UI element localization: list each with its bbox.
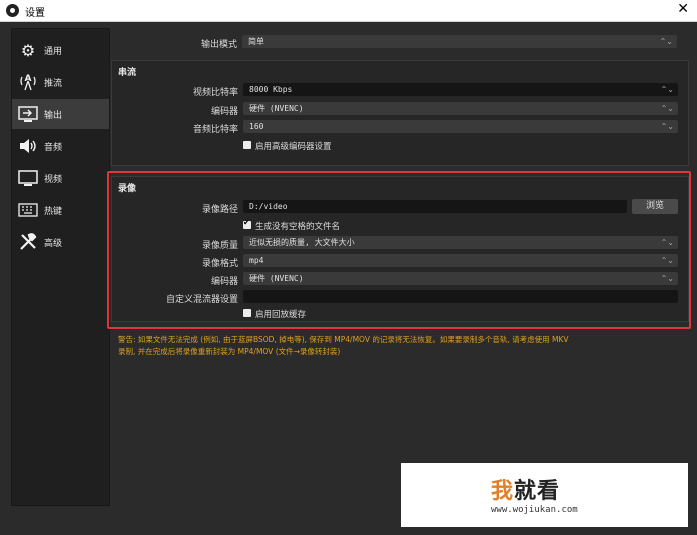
updown-icon: ⌃⌄ <box>660 122 674 131</box>
audio-bitrate-label: 音频比特率 <box>192 125 238 135</box>
watermark-title-prefix: 我 <box>491 479 515 504</box>
advanced-encoder-label: 启用高级编码器设置 <box>255 142 332 152</box>
watermark-title-rest: 就看 <box>514 479 561 504</box>
warning-line-1: 警告: 如果文件无法完成 (例如, 由于蓝屏BSOD, 掉电等), 保存到 MP… <box>118 335 569 344</box>
sidebar-item-audio[interactable]: 音频 <box>12 131 109 161</box>
audio-bitrate-select[interactable]: 160 ⌃⌄ <box>243 120 678 133</box>
updown-icon: ⌃⌄ <box>659 37 673 46</box>
stream-encoder-value: 硬件 (NVENC) <box>249 104 304 113</box>
keyboard-icon <box>17 201 39 219</box>
video-bitrate-spinbox[interactable]: 8000 Kbps ⌃⌄ <box>243 83 678 96</box>
watermark-url: www.wojiukan.com <box>491 505 578 515</box>
output-mode-select[interactable]: 简单 ⌃⌄ <box>242 35 677 48</box>
sidebar-item-label: 音频 <box>44 142 63 153</box>
title-bar: 设置 ✕ <box>0 0 697 22</box>
sidebar-item-advanced[interactable]: 高级 <box>12 227 109 257</box>
antenna-icon: A <box>17 73 39 91</box>
sidebar-item-hotkeys[interactable]: 热键 <box>12 195 109 225</box>
output-mode-value: 简单 <box>248 37 264 46</box>
site-watermark: 我就看 www.wojiukan.com <box>401 463 688 527</box>
speaker-icon <box>17 137 39 155</box>
settings-content: 输出模式 简单 ⌃⌄ 串流 视频比特率 8000 Kbps ⌃⌄ 编码器 硬件 … <box>107 28 691 504</box>
window-title: 设置 <box>25 8 45 19</box>
stream-encoder-label: 编码器 <box>210 107 238 117</box>
output-mode-label: 输出模式 <box>200 40 237 50</box>
obs-logo-icon <box>6 4 19 17</box>
sidebar-item-label: 推流 <box>44 78 63 89</box>
sidebar-item-general[interactable]: ⚙ 通用 <box>12 35 109 65</box>
sidebar-item-label: 热键 <box>44 206 63 217</box>
recording-warning: 警告: 如果文件无法完成 (例如, 由于蓝屏BSOD, 掉电等), 保存到 MP… <box>118 334 684 358</box>
watermark-title: 我就看 <box>491 473 560 505</box>
updown-icon: ⌃⌄ <box>660 104 674 113</box>
recording-highlight-box <box>107 171 691 329</box>
advanced-encoder-checkbox[interactable] <box>243 141 251 149</box>
spin-arrows-icon[interactable]: ⌃⌄ <box>661 83 674 96</box>
video-bitrate-label: 视频比特率 <box>192 88 238 98</box>
warning-line-2: 录制, 并在完成后将录像重新封装为 MP4/MOV (文件→录像转封装) <box>118 347 341 356</box>
stream-encoder-select[interactable]: 硬件 (NVENC) ⌃⌄ <box>243 102 678 115</box>
sidebar-item-label: 视频 <box>44 174 63 185</box>
streaming-group-title: 串流 <box>118 68 137 78</box>
sidebar-item-output[interactable]: 输出 <box>12 99 109 129</box>
streaming-group: 串流 视频比特率 8000 Kbps ⌃⌄ 编码器 硬件 (NVENC) ⌃⌄ … <box>111 60 689 166</box>
tools-icon <box>17 233 39 251</box>
gear-icon: ⚙ <box>20 40 36 60</box>
sidebar-item-label: 输出 <box>44 110 63 121</box>
sidebar-item-label: 通用 <box>44 46 63 57</box>
sidebar-item-label: 高级 <box>44 238 63 249</box>
close-icon[interactable]: ✕ <box>677 1 689 17</box>
settings-window: ⚙ 通用 A 推流 输出 音频 视频 热键 高级 输出模式 简单 ⌃⌄ 串流 视… <box>0 22 697 535</box>
sidebar-item-video[interactable]: 视频 <box>12 163 109 193</box>
sidebar: ⚙ 通用 A 推流 输出 音频 视频 热键 高级 <box>11 28 110 506</box>
monitor-icon <box>17 169 39 187</box>
sidebar-item-stream[interactable]: A 推流 <box>12 67 109 97</box>
audio-bitrate-value: 160 <box>249 122 264 131</box>
monitor-output-icon <box>17 105 39 123</box>
video-bitrate-value: 8000 Kbps <box>249 85 293 94</box>
